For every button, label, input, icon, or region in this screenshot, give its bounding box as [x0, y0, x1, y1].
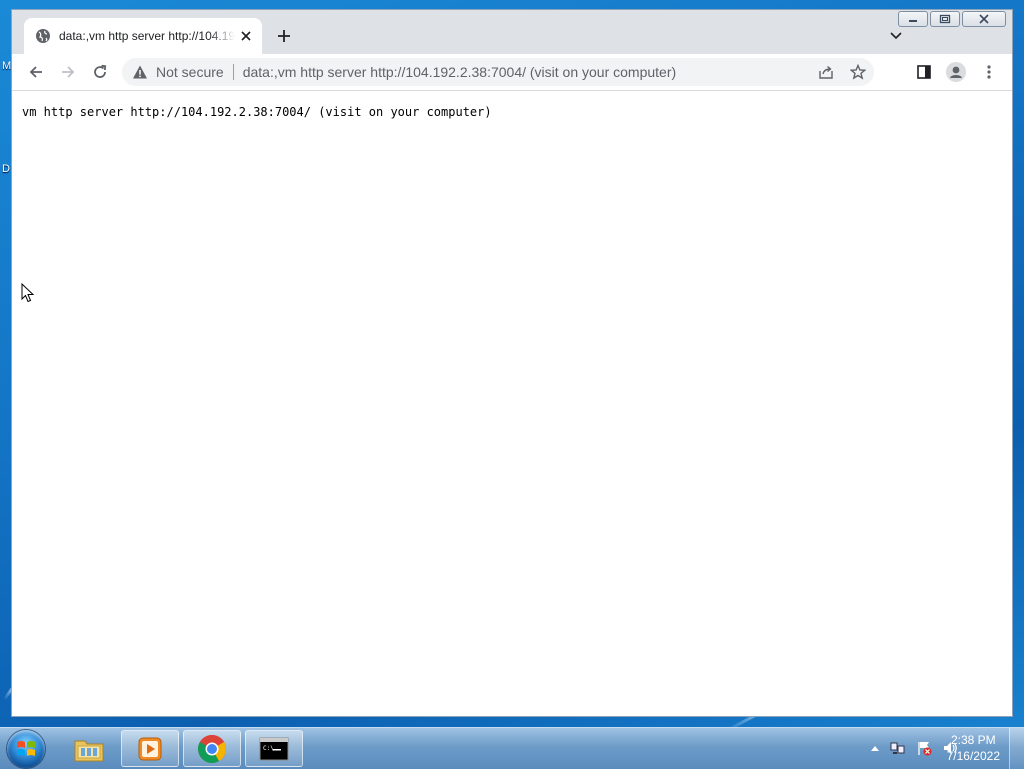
svg-text:C:\: C:\ [263, 745, 274, 752]
reload-icon [94, 64, 107, 78]
menu-button[interactable] [975, 58, 1003, 86]
taskbar: C:\ 2:38 PM 7/16/2022 [0, 727, 1024, 769]
chrome-icon [198, 734, 226, 763]
windows-logo-icon [17, 741, 35, 756]
command-prompt-icon: C:\ [259, 737, 289, 760]
tab-search-button[interactable] [888, 28, 904, 44]
share-button[interactable] [818, 64, 834, 80]
show-hidden-icons-icon[interactable] [870, 744, 880, 752]
taskbar-chrome[interactable] [183, 730, 241, 767]
tab-title: data:,vm http server http://104.192.2.38… [59, 29, 235, 43]
system-clock[interactable]: 2:38 PM 7/16/2022 [947, 732, 1000, 764]
side-panel-button[interactable] [910, 58, 938, 86]
taskbar-command-prompt[interactable]: C:\ [245, 730, 303, 767]
clock-time: 2:38 PM [950, 733, 996, 747]
url-text[interactable]: data:,vm http server http://104.192.2.38… [243, 64, 676, 80]
browser-tab[interactable]: data:,vm http server http://104.192.2.38… [24, 18, 262, 54]
window-controls [898, 11, 1006, 27]
mouse-cursor-icon [21, 283, 35, 303]
close-icon [979, 14, 989, 24]
minimize-icon [909, 20, 917, 22]
bookmark-star-button[interactable] [850, 64, 866, 80]
restore-button[interactable] [930, 11, 960, 27]
arrow-left-icon [29, 66, 42, 78]
page-content-text: vm http server http://104.192.2.38:7004/… [22, 105, 492, 119]
system-tray [870, 740, 958, 756]
reload-button[interactable] [86, 58, 114, 86]
taskbar-file-explorer[interactable] [60, 730, 118, 767]
close-icon [241, 31, 251, 41]
star-icon [850, 64, 866, 80]
back-button[interactable] [22, 58, 50, 86]
address-bar[interactable]: Not secure data:,vm http server http://1… [122, 58, 874, 86]
globe-icon [36, 29, 50, 43]
plus-icon [278, 30, 290, 42]
media-player-icon [138, 737, 162, 760]
desktop-icon-label-fragment: D [2, 163, 10, 175]
desktop-icon-label-fragment: M [2, 60, 12, 72]
warning-icon [133, 65, 147, 79]
network-icon[interactable] [890, 740, 906, 756]
restore-icon [939, 14, 951, 24]
page-viewport: vm http server http://104.192.2.38:7004/… [12, 90, 1012, 716]
browser-window: data:,vm http server http://104.192.2.38… [11, 9, 1013, 717]
forward-button[interactable] [54, 58, 82, 86]
start-button[interactable] [7, 730, 45, 768]
show-desktop-button[interactable] [1009, 728, 1024, 769]
minimize-button[interactable] [898, 11, 928, 27]
share-icon [819, 65, 833, 79]
close-window-button[interactable] [962, 11, 1006, 27]
omnibox-divider [232, 64, 234, 80]
security-status-label[interactable]: Not secure [156, 64, 224, 80]
more-vertical-icon [987, 65, 991, 79]
action-center-flag-icon[interactable] [916, 740, 932, 756]
folder-icon [74, 740, 104, 761]
taskbar-media-player[interactable] [121, 730, 179, 767]
profile-button[interactable] [942, 58, 970, 86]
tab-close-button[interactable] [238, 28, 254, 44]
chevron-down-icon [890, 32, 902, 40]
browser-toolbar: Not secure data:,vm http server http://1… [12, 54, 1012, 90]
arrow-right-icon [62, 66, 75, 78]
side-panel-icon [917, 65, 931, 79]
clock-date: 7/16/2022 [946, 749, 1000, 763]
avatar-icon [946, 62, 966, 82]
new-tab-button[interactable] [274, 26, 294, 46]
